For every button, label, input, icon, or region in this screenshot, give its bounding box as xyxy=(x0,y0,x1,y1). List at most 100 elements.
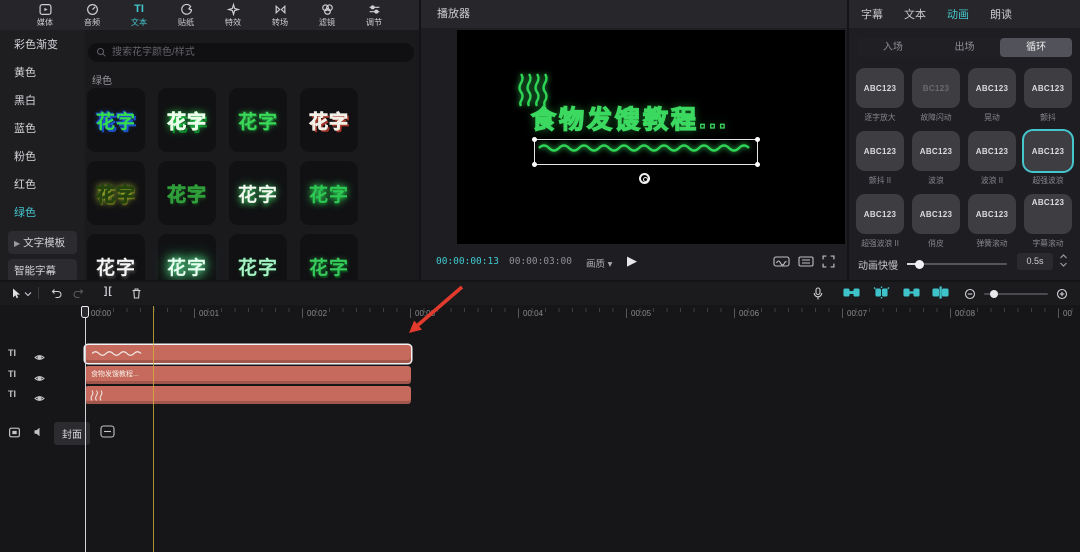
sidebar-item-yellow[interactable]: 黄色 xyxy=(0,58,85,86)
selection-handle[interactable] xyxy=(755,137,760,142)
fancy-text-tile[interactable]: 花字 xyxy=(158,161,216,225)
ruler-label: 00 xyxy=(1058,309,1072,318)
timeline-zoom-handle[interactable] xyxy=(990,290,998,298)
fullscreen-icon[interactable] xyxy=(822,255,835,268)
sidebar-item-bw[interactable]: 黑白 xyxy=(0,86,85,114)
fancy-text-tile[interactable]: 花字 xyxy=(87,88,145,152)
fancy-text-tile[interactable]: 花字 xyxy=(300,161,358,225)
speed-label: 动画快慢 xyxy=(858,257,898,272)
zoom-out-icon[interactable] xyxy=(964,288,976,300)
sidebar-item-blue[interactable]: 蓝色 xyxy=(0,114,85,142)
chevron-down-icon[interactable] xyxy=(24,291,32,297)
fancy-text-tile[interactable]: 花字 xyxy=(229,234,287,280)
animation-item[interactable]: ABC123波浪 II xyxy=(968,131,1016,186)
redo-icon[interactable] xyxy=(72,287,85,300)
preview-canvas[interactable]: 食物发馊教程... xyxy=(457,30,845,244)
undo-icon[interactable] xyxy=(50,287,63,300)
timeline-zoom-slider[interactable] xyxy=(984,293,1048,295)
sidebar-item-green[interactable]: 绿色 xyxy=(0,198,85,226)
tab-media[interactable]: 媒体 xyxy=(26,3,64,28)
selection-box[interactable] xyxy=(534,139,758,165)
tab-animation[interactable]: 动画 xyxy=(947,6,969,22)
animation-item[interactable]: ABC123俏皮 xyxy=(912,194,960,249)
snap-icon[interactable] xyxy=(843,286,860,299)
fancy-text-tile[interactable]: 花字 xyxy=(158,88,216,152)
cursor-tool-icon[interactable] xyxy=(10,287,22,300)
animation-item[interactable]: ABC123超强波浪 II xyxy=(856,194,904,249)
selection-handle[interactable] xyxy=(532,162,537,167)
fancy-text-tile[interactable]: 花字 xyxy=(229,88,287,152)
split-icon[interactable]: ][ xyxy=(104,286,113,297)
preview-axis-icon[interactable] xyxy=(903,286,920,299)
animation-item[interactable]: ABC123字幕滚动 xyxy=(1024,194,1072,249)
subtab-in[interactable]: 入场 xyxy=(857,38,929,57)
tab-text-settings[interactable]: 文本 xyxy=(904,6,926,22)
ruler-ticks xyxy=(86,308,1080,312)
empty-clip-placeholder-icon[interactable] xyxy=(100,425,115,438)
tab-text[interactable]: TI 文本 xyxy=(120,3,158,28)
selection-handle[interactable] xyxy=(755,162,760,167)
timeline-clip-title-text[interactable]: 食物发馊教程... xyxy=(85,366,411,384)
animation-panel: 字幕 文本 动画 朗读 入场 出场 循环 ABC123逐字放大 BC123故障闪… xyxy=(849,0,1080,280)
animation-item[interactable]: ABC123颤抖 xyxy=(1024,68,1072,123)
animation-item[interactable]: ABC123弹簧滚动 xyxy=(968,194,1016,249)
fancy-text-tile[interactable]: 花字 xyxy=(87,161,145,225)
tab-adjust[interactable]: 调节 xyxy=(355,3,393,28)
search-icon xyxy=(96,47,107,58)
sidebar-item-gradient[interactable]: 彩色渐变 xyxy=(0,30,85,58)
speed-slider-handle[interactable] xyxy=(915,260,924,269)
animation-item-selected[interactable]: ABC123超强波浪 xyxy=(1024,131,1072,186)
search-input[interactable] xyxy=(112,43,402,62)
sidebar-item-red[interactable]: 红色 xyxy=(0,170,85,198)
fancy-text-tile[interactable]: 花字 xyxy=(158,234,216,280)
fancy-text-tile[interactable]: 花字 xyxy=(229,161,287,225)
zoom-in-icon[interactable] xyxy=(1056,288,1068,300)
animation-item[interactable]: ABC123颤抖 II xyxy=(856,131,904,186)
timeline-clip-wavy-line[interactable] xyxy=(85,345,411,363)
eye-icon[interactable] xyxy=(34,349,45,367)
tab-transition[interactable]: 转场 xyxy=(261,3,299,28)
playhead-handle[interactable] xyxy=(81,306,89,318)
tab-audio[interactable]: 音频 xyxy=(73,3,111,28)
smart-caption-button[interactable]: 智能字幕 xyxy=(8,259,77,280)
ruler-label: 00:00 xyxy=(86,309,111,318)
video-track-icon[interactable] xyxy=(8,426,21,439)
animation-item[interactable]: ABC123逐字放大 xyxy=(856,68,904,123)
search-box[interactable] xyxy=(88,43,414,62)
linkage-icon[interactable] xyxy=(873,286,890,299)
tab-read-aloud[interactable]: 朗读 xyxy=(990,6,1012,22)
tab-effects[interactable]: 特效 xyxy=(214,3,252,28)
speaker-icon[interactable] xyxy=(33,426,45,438)
preview-text[interactable]: 食物发馊教程... xyxy=(531,100,771,136)
mirror-icon[interactable] xyxy=(773,255,790,268)
tab-subtitle[interactable]: 字幕 xyxy=(861,6,883,22)
tab-sticker[interactable]: 贴纸 xyxy=(167,3,205,28)
subtab-out[interactable]: 出场 xyxy=(929,38,1001,57)
text-template-button[interactable]: ▶文字模板 xyxy=(8,231,77,254)
fancy-text-tile[interactable]: 花字 xyxy=(300,88,358,152)
eye-icon[interactable] xyxy=(34,390,45,408)
animation-item[interactable]: ABC123波浪 xyxy=(912,131,960,186)
sidebar-item-pink[interactable]: 粉色 xyxy=(0,142,85,170)
adapt-icon[interactable] xyxy=(798,255,814,268)
ruler-label: 00:05 xyxy=(626,309,651,318)
play-button[interactable]: ▶ xyxy=(627,253,637,269)
timeline-ruler[interactable]: 00:00 00:01 00:02 00:03 00:04 00:05 00:0… xyxy=(0,306,1080,322)
track-split-icon[interactable] xyxy=(932,286,949,299)
delete-icon[interactable] xyxy=(130,287,143,300)
quality-dropdown[interactable]: 画质 ▾ xyxy=(586,256,612,270)
animation-item[interactable]: ABC123晃动 xyxy=(968,68,1016,123)
squiggle-thumb xyxy=(90,390,104,401)
microphone-icon[interactable] xyxy=(812,287,824,301)
fancy-text-tile[interactable]: 花字 xyxy=(87,234,145,280)
tab-filter[interactable]: 滤镜 xyxy=(308,3,346,28)
rotate-handle-icon[interactable] xyxy=(639,173,650,184)
subtab-loop[interactable]: 循环 xyxy=(1000,38,1072,57)
fancy-text-tile[interactable]: 花字 xyxy=(300,234,358,280)
playhead-line[interactable] xyxy=(85,306,86,552)
speed-slider[interactable] xyxy=(907,263,1007,265)
timeline-clip-squiggle[interactable] xyxy=(85,386,411,404)
speed-stepper[interactable] xyxy=(1059,253,1068,273)
animation-item[interactable]: BC123故障闪动 xyxy=(912,68,960,123)
selection-handle[interactable] xyxy=(532,137,537,142)
